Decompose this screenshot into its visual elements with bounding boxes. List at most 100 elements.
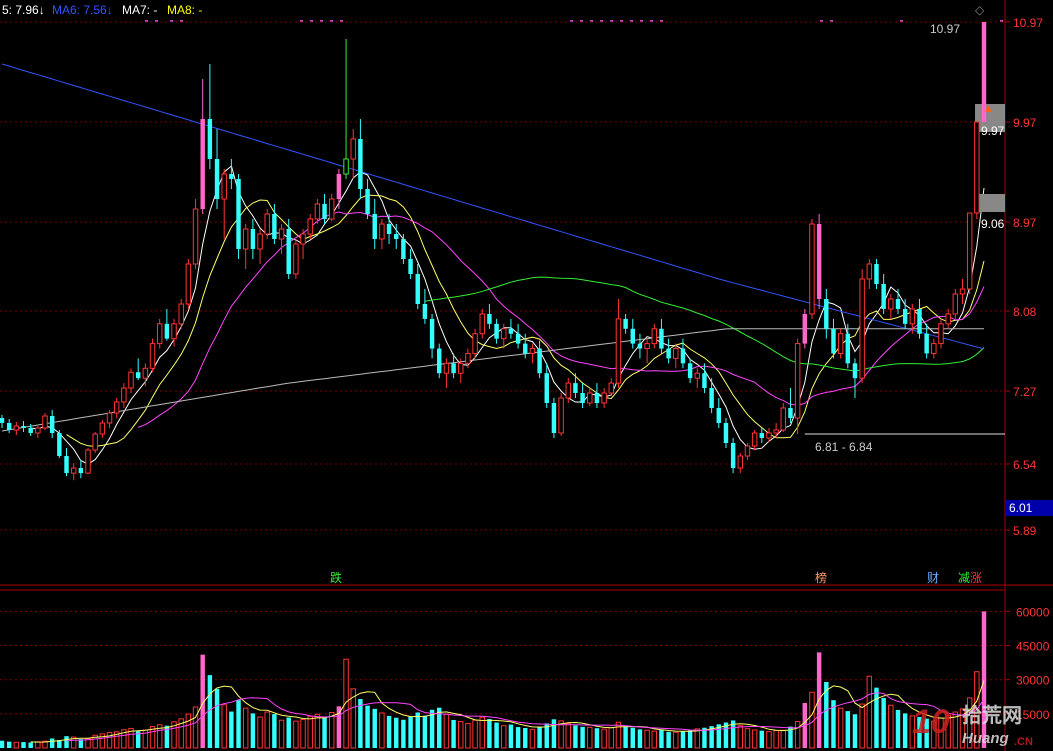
volume-bar	[458, 721, 464, 749]
volume-bar	[508, 724, 514, 748]
diamond-icon[interactable]: ◇	[975, 3, 985, 17]
candle-body	[487, 313, 492, 324]
volume-bar	[21, 742, 26, 748]
volume-bar	[623, 726, 628, 748]
volume-bar	[494, 722, 499, 748]
candle-body	[451, 363, 456, 374]
candle-body	[300, 233, 306, 245]
candle-body	[422, 304, 428, 319]
candle-body	[666, 348, 671, 359]
volume-bar	[580, 726, 585, 748]
volume-bar	[874, 687, 879, 748]
volume-bar	[594, 728, 600, 748]
high-price-label: 10.97	[930, 22, 960, 36]
volume-bar	[794, 721, 801, 749]
candle-body	[135, 372, 141, 379]
candle-body	[386, 224, 392, 234]
candle-body	[587, 392, 593, 404]
candle-body	[737, 455, 744, 469]
candle-body	[974, 121, 980, 214]
candle-body	[501, 328, 507, 340]
volume-bar	[573, 725, 578, 748]
candle-body	[623, 318, 628, 329]
candle-body	[250, 229, 256, 249]
volume-bar	[379, 712, 385, 749]
candle-body	[350, 138, 356, 160]
candle-body	[221, 173, 227, 200]
candle-body	[680, 348, 686, 364]
mid-price-label-1: 9.97	[981, 124, 1005, 138]
candle-body	[644, 343, 650, 350]
candle-body	[824, 299, 829, 329]
candle-body	[687, 363, 693, 379]
volume-bar	[881, 697, 886, 748]
candle-body	[372, 214, 377, 239]
candle-body	[465, 352, 471, 364]
candle-body	[694, 372, 701, 379]
volume-bar	[780, 729, 787, 749]
volume-bar	[365, 705, 370, 748]
candle-body	[401, 239, 406, 259]
volume-tick-label: 30000	[1016, 674, 1050, 688]
candle-body	[816, 224, 822, 299]
candle-body	[21, 426, 26, 428]
candle-body	[207, 119, 213, 159]
candle-body	[938, 323, 944, 345]
candle-body	[164, 323, 170, 339]
candle-body	[981, 22, 987, 122]
candle-body	[651, 328, 657, 345]
candle-body	[236, 179, 241, 249]
volume-bar	[501, 725, 507, 749]
legend-ma7: MA7: -	[122, 3, 157, 17]
volume-bar	[465, 722, 471, 749]
candle-body	[70, 467, 77, 474]
volume-bar	[372, 708, 377, 748]
candle-body	[852, 363, 858, 379]
volume-bar	[401, 719, 406, 748]
candle-body	[415, 274, 420, 304]
current-price-label: 6.01	[1009, 501, 1033, 515]
candle-body	[866, 263, 873, 280]
volume-bar	[601, 728, 607, 749]
candle-body	[214, 159, 220, 199]
candle-body	[952, 293, 959, 315]
candle-body	[537, 348, 542, 374]
volume-bar	[759, 730, 765, 748]
candle-body	[902, 309, 908, 324]
volume-bar	[644, 729, 650, 749]
candle-body	[13, 425, 20, 431]
candle-body	[809, 223, 815, 315]
candle-body	[35, 427, 41, 434]
candle-body	[293, 243, 299, 275]
volume-bar	[637, 729, 643, 748]
volume-bar	[322, 717, 327, 748]
candle-body	[573, 383, 578, 393]
candle-body	[57, 433, 62, 456]
volume-bar	[49, 738, 55, 748]
volume-bar	[859, 703, 865, 749]
candle-body	[0, 418, 5, 423]
candle-body	[523, 343, 528, 354]
volume-bar	[293, 720, 299, 749]
candle-body	[458, 362, 464, 374]
candle-body	[472, 333, 478, 354]
candle-body	[959, 288, 966, 295]
candle-body	[702, 373, 707, 389]
volume-bar	[608, 727, 614, 749]
candle-body	[92, 433, 98, 451]
price-tick-label: 7.27	[1013, 385, 1037, 399]
volume-bar	[472, 719, 478, 749]
volume-bar	[981, 611, 987, 748]
price-tick-label: 6.54	[1013, 458, 1037, 472]
candle-body	[178, 303, 184, 325]
volume-tick-label: 45000	[1016, 640, 1050, 654]
candle-body	[751, 432, 758, 447]
volume-bar	[529, 728, 536, 749]
candle-body	[394, 234, 399, 239]
candle-body	[874, 264, 879, 284]
volume-bar	[443, 713, 450, 749]
volume-bar	[272, 714, 277, 748]
candle-body	[888, 298, 894, 310]
volume-bar	[422, 715, 428, 748]
candle-body	[322, 204, 327, 219]
